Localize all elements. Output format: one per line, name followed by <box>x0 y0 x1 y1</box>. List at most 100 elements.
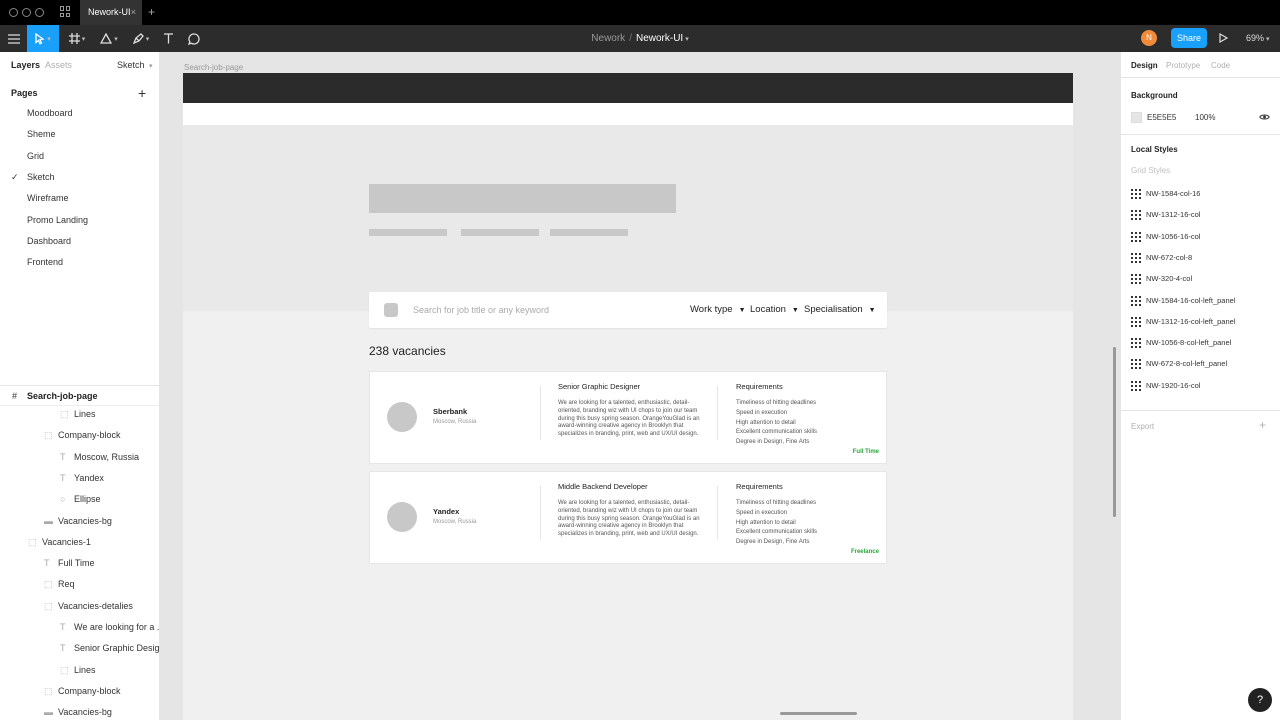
tab-close-icon[interactable]: × <box>131 0 136 25</box>
page-item[interactable]: Promo Landing <box>0 210 159 231</box>
grid-style-item[interactable]: NW-1584-col-16 <box>1131 188 1271 209</box>
grid-style-item[interactable]: NW-1056-16-col <box>1131 231 1271 252</box>
add-export-icon[interactable]: + <box>1259 418 1266 432</box>
user-avatar[interactable]: N <box>1141 30 1157 46</box>
file-menu-chevron-icon[interactable]: ▾ <box>685 36 689 43</box>
layer-row[interactable]: ⬚ Vacancies-1 <box>28 532 168 553</box>
background-hex-input[interactable]: E5E5E5 <box>1147 112 1176 123</box>
window-minimize-dot[interactable] <box>22 8 31 17</box>
page-item-label: Frontend <box>27 257 64 268</box>
page-item[interactable]: Wireframe <box>0 188 159 209</box>
vacancy-card[interactable]: Yandex Moscow, Russia Middle Backend Devel… <box>369 471 887 564</box>
move-tool-button[interactable]: ▾ <box>27 25 59 52</box>
filter-work-type[interactable]: Work type ▼ <box>690 292 746 329</box>
layer-label: Lines <box>74 409 96 419</box>
filter-label: Work type <box>690 304 733 315</box>
grid-style-label: NW-1920-16-col <box>1146 380 1201 390</box>
requirement-item: Timeliness of hitting deadlines <box>736 400 817 406</box>
tab-design[interactable]: Design <box>1131 61 1158 70</box>
layout-grid-icon <box>1131 338 1141 349</box>
job-title: Senior Graphic Designer <box>558 382 641 391</box>
tab-layers[interactable]: Layers <box>11 60 40 70</box>
window-maximize-dot[interactable] <box>35 8 44 17</box>
tab-prototype[interactable]: Prototype <box>1166 61 1200 70</box>
layout-grid-icon <box>1131 252 1141 263</box>
requirement-item: Speed in execution <box>736 509 788 516</box>
grid-style-item[interactable]: NW-320-4-col <box>1131 273 1271 294</box>
grid-style-label: NW-672-8-col-left_panel <box>1146 359 1228 369</box>
chevron-down-icon: ▾ <box>149 63 153 70</box>
search-input[interactable]: Search for job title or any keyword <box>413 292 549 328</box>
comment-tool-button[interactable] <box>185 25 203 52</box>
grid-style-item[interactable]: NW-1584-16-col-left_panel <box>1131 295 1271 316</box>
path-separator: / <box>629 33 632 44</box>
layout-grid-icon <box>1131 316 1141 327</box>
eye-icon[interactable] <box>1259 112 1270 122</box>
search-bar[interactable]: Search for job title or any keyword Work… <box>369 292 887 328</box>
filter-specialisation[interactable]: Specialisation ▼ <box>804 292 876 329</box>
tab-code[interactable]: Code <box>1211 61 1230 70</box>
job-description: We are looking for a talented, enthusias… <box>558 400 700 438</box>
cursor-icon <box>35 32 45 45</box>
divider <box>1121 77 1280 78</box>
toolbar: ▾ ▾ ▾ ▾ Nework / Nework-UI ▾ N Share 69% ▾ <box>0 25 1280 52</box>
page-item[interactable]: Frontend <box>0 252 159 273</box>
company-location: Moscow, Russia <box>433 419 477 425</box>
design-frame[interactable]: Search for job title or any keyword Work… <box>183 73 1073 720</box>
filter-location[interactable]: Location ▼ <box>750 292 799 329</box>
requirements-heading: Requirements <box>736 382 783 391</box>
pen-tool-button[interactable]: ▾ <box>128 25 154 52</box>
requirement-item: Excellent communication skills <box>736 429 818 436</box>
layer-label: Vacancies-bg <box>58 515 112 526</box>
canvas[interactable]: Search-job-page Search for job title or … <box>160 52 1120 720</box>
page-item[interactable]: Sheme <box>0 124 159 145</box>
grid-style-item[interactable]: NW-672-8-col-left_panel <box>1131 358 1271 379</box>
tab-assets[interactable]: Assets <box>45 60 72 70</box>
divider <box>540 386 541 440</box>
pages-heading: Pages <box>11 88 38 98</box>
grid-style-item[interactable]: NW-1312-16-col <box>1131 209 1271 230</box>
page-selector[interactable]: Sketch ▾ <box>117 60 153 70</box>
grid-style-item[interactable]: NW-672-col-8 <box>1131 252 1271 273</box>
frame-tool-button[interactable]: ▾ <box>64 25 90 52</box>
zoom-level[interactable]: 69% ▾ <box>1246 25 1270 53</box>
vertical-scrollbar[interactable] <box>1113 347 1116 517</box>
company-logo <box>387 502 417 532</box>
grid-style-label: NW-1312-16-col-left_panel <box>1146 316 1236 326</box>
share-button[interactable]: Share <box>1171 28 1207 48</box>
hero-title-placeholder <box>369 184 676 213</box>
layout-grid-icon <box>1131 295 1141 306</box>
main-menu-icon[interactable] <box>4 25 24 52</box>
home-grid-icon[interactable] <box>60 6 71 17</box>
add-page-icon[interactable]: + <box>138 85 146 101</box>
vacancy-card[interactable]: Sberbank Moscow, Russia Senior Graphic Des… <box>369 371 887 464</box>
layer-label: Lines <box>74 664 96 675</box>
frame-layer-row[interactable]: # Search-job-page <box>0 386 159 406</box>
horizontal-scrollbar[interactable] <box>780 712 857 715</box>
help-button[interactable]: ? <box>1248 688 1272 712</box>
page-item[interactable]: Moodboard <box>0 103 159 124</box>
page-item[interactable]: Dashboard <box>0 231 159 252</box>
frame-label[interactable]: Search-job-page <box>184 63 243 72</box>
window-close-dot[interactable] <box>9 8 18 17</box>
page-item[interactable]: ✓ Sketch <box>0 167 159 188</box>
present-play-icon[interactable] <box>1219 33 1228 43</box>
page-item[interactable]: Grid <box>0 146 159 167</box>
text-tool-button[interactable] <box>159 25 177 52</box>
requirement-item: Degree in Design, Fine Arts <box>736 539 810 546</box>
background-opacity-input[interactable]: 100% <box>1195 112 1215 123</box>
background-color-swatch[interactable] <box>1131 112 1142 123</box>
file-name[interactable]: Nework-UI <box>636 33 683 44</box>
shape-tool-button[interactable]: ▾ <box>96 25 122 52</box>
wireframe-nav <box>183 103 1073 125</box>
triangle-icon <box>100 33 113 44</box>
group-icon: ⬚ <box>28 536 37 547</box>
grid-style-item[interactable]: NW-1920-16-col <box>1131 380 1271 401</box>
requirement-item: High attention to detail <box>736 419 796 426</box>
layout-grid-icon <box>1131 231 1141 242</box>
file-tab[interactable]: Nework-UI × <box>80 0 142 25</box>
grid-style-item[interactable]: NW-1312-16-col-left_panel <box>1131 316 1271 337</box>
team-name[interactable]: Nework <box>591 33 625 44</box>
new-tab-icon[interactable]: + <box>148 0 155 25</box>
grid-style-item[interactable]: NW-1056-8-col-left_panel <box>1131 337 1271 358</box>
